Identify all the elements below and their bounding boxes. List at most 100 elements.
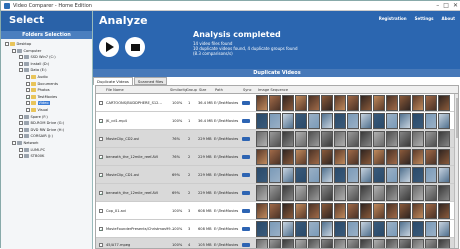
settings-link[interactable]: Settings [415, 16, 434, 21]
folder-icon [31, 108, 36, 112]
table-row[interactable]: CARTOONS/BUDDPHERE_S12... 100% 1 36.4 MB E:\… [96, 94, 458, 112]
col-size[interactable]: Size [199, 88, 206, 92]
sync-button[interactable] [242, 191, 250, 195]
col-sync[interactable]: Sync [243, 88, 252, 92]
tree-node[interactable]: Photos [26, 87, 50, 93]
tree-checkbox[interactable] [19, 127, 23, 132]
col-similarity[interactable]: Similarity [170, 88, 187, 92]
tree-node[interactable]: STB00K [19, 153, 44, 159]
row-checkbox[interactable] [99, 243, 103, 247]
tree-checkbox[interactable] [19, 114, 23, 119]
tree-node[interactable]: SSD Win7 (C:) [19, 54, 56, 60]
thumbnail [347, 167, 359, 183]
cell-similarity: 100% [172, 101, 183, 105]
tree-checkbox[interactable] [19, 68, 23, 73]
thumbnail [321, 149, 333, 165]
tree-node[interactable]: ✓ TestMovies [26, 94, 57, 100]
table-row[interactable]: MovieClip_CD2.avi 76% 2 229 MB E:\TestMovies [96, 130, 458, 148]
sync-button[interactable] [242, 243, 250, 247]
close-button[interactable]: ✕ [453, 2, 458, 9]
thumbnail [373, 149, 385, 165]
table-row[interactable]: ✓ beneath_the_12mile_reef.AVI 76% 2 229 MB E:… [96, 148, 458, 166]
image-sequence [256, 113, 450, 129]
drive-icon [17, 141, 22, 145]
row-checkbox[interactable] [99, 101, 103, 105]
col-path[interactable]: Path [215, 88, 223, 92]
status-block: Analysis completed 14 video files found … [193, 30, 297, 56]
sync-button[interactable] [242, 173, 250, 177]
col-file-name[interactable]: File Name [106, 88, 124, 92]
sync-button[interactable] [242, 119, 250, 123]
tree-checkbox[interactable]: ✓ [26, 94, 30, 100]
table-row[interactable]: 45/A77.mpeg 100% 4 105 MB E:\TestMovies [96, 238, 458, 248]
tab-scanned-files[interactable]: Scanned files [133, 77, 168, 85]
table-row[interactable]: ✓ MovieClip_CD1.avi 69% 2 229 MB E:\TestMovie… [96, 166, 458, 184]
thumbnail [295, 131, 307, 147]
sync-button[interactable] [242, 227, 250, 231]
tree-checkbox[interactable] [19, 147, 23, 152]
row-checkbox[interactable]: ✓ [99, 155, 103, 160]
image-sequence [256, 131, 450, 147]
about-link[interactable]: About [442, 16, 455, 21]
sync-button[interactable] [242, 155, 250, 159]
col-group[interactable]: Group [186, 88, 197, 92]
table-row[interactable]: Cop_X1.avi 100% 3 608 MB E:\TestMovies [96, 202, 458, 220]
cell-group: 2 [188, 137, 191, 141]
thumbnail [347, 203, 359, 219]
row-checkbox[interactable]: ✓ [99, 191, 103, 196]
table-row[interactable]: ✓ JK_cd1.mp4 100% 1 36.4 MB E:\TestMovies [96, 112, 458, 130]
tree-checkbox[interactable] [19, 55, 23, 60]
col-image-sequence[interactable]: Image Sequence [258, 88, 288, 92]
folder-tree[interactable]: Desktop Computer SSD Win7 (C:) Install (D:)… [1, 39, 92, 159]
start-button[interactable] [99, 37, 119, 57]
table-row[interactable]: ✓ MovieFounderPresents/Christmas99... 100%… [96, 220, 458, 238]
row-checkbox[interactable]: ✓ [99, 227, 103, 232]
registration-link[interactable]: Registration [379, 16, 407, 21]
vertical-scrollbar[interactable] [454, 94, 458, 248]
tree-node[interactable]: Computer [12, 48, 41, 54]
tree-checkbox[interactable] [26, 81, 30, 86]
row-checkbox[interactable]: ✓ [99, 119, 103, 124]
tree-checkbox[interactable] [12, 48, 16, 53]
tree-checkbox[interactable] [19, 121, 23, 126]
tree-node[interactable]: Audio [26, 74, 48, 80]
tree-node[interactable]: Network [12, 140, 39, 146]
tree-node[interactable]: Install (D:) [19, 61, 49, 67]
tree-checkbox[interactable] [19, 154, 23, 159]
maximize-button[interactable]: □ [443, 2, 449, 9]
tree-node[interactable]: Video [26, 100, 50, 106]
row-checkbox[interactable] [99, 209, 103, 213]
tree-node[interactable]: Documents [26, 81, 58, 87]
sync-button[interactable] [242, 137, 250, 141]
row-checkbox[interactable]: ✓ [99, 173, 103, 178]
row-checkbox[interactable] [99, 137, 103, 141]
cell-size: 105 MB [198, 243, 212, 247]
tree-node[interactable]: Visual [26, 107, 48, 113]
stop-button[interactable] [125, 37, 145, 57]
tree-checkbox[interactable] [26, 75, 30, 79]
tree-checkbox[interactable] [5, 42, 9, 46]
minimize-button[interactable]: – [436, 2, 439, 9]
tree-checkbox[interactable] [12, 141, 16, 145]
sync-button[interactable] [242, 101, 250, 105]
tree-checkbox[interactable] [26, 101, 30, 106]
tree-node[interactable]: Spare (F:) [19, 114, 48, 120]
thumbnail [321, 221, 333, 237]
table-row[interactable]: ✓ beneath_the_12mile_reef.AVI 69% 2 229 MB E:… [96, 184, 458, 202]
tree-checkbox[interactable] [19, 134, 23, 139]
tree-node[interactable]: CORSAIR (J:) [19, 133, 53, 139]
sync-button[interactable] [242, 209, 250, 213]
scrollbar-thumb[interactable] [455, 98, 458, 138]
thumbnail [256, 131, 268, 147]
tab-duplicate-videos[interactable]: Duplicate Videos [93, 77, 133, 85]
tree-node[interactable]: BD-ROM Drive (G:) [19, 120, 64, 126]
tree-node[interactable]: DVD RW Drive (H:) [19, 127, 64, 133]
tree-checkbox[interactable] [26, 88, 30, 93]
tree-checkbox[interactable] [26, 108, 30, 112]
thumbnail [412, 221, 424, 237]
tree-checkbox[interactable] [19, 61, 23, 66]
thumbnail [282, 185, 294, 201]
tree-node[interactable]: Data (E:) [19, 67, 47, 73]
tree-node[interactable]: Desktop [5, 41, 31, 47]
tree-node[interactable]: LUMI-PC [19, 147, 45, 153]
